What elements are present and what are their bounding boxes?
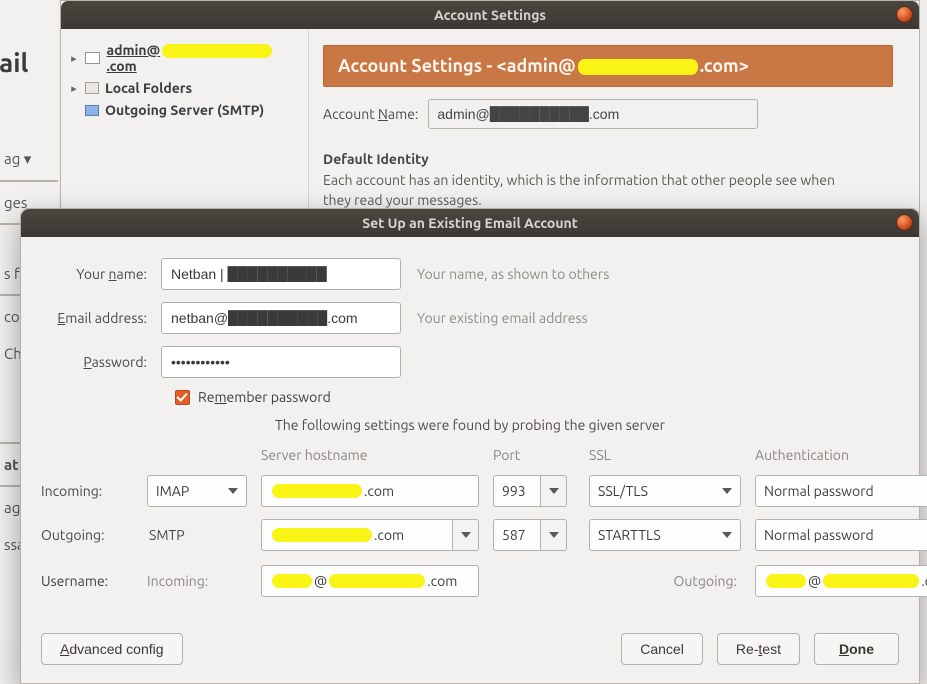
advanced-config-button[interactable]: Advanced config — [41, 633, 183, 665]
done-button[interactable]: Done — [814, 633, 899, 665]
outgoing-port-input[interactable]: 587 — [493, 519, 541, 551]
outgoing-label: Outgoing: — [41, 527, 133, 543]
server-icon — [85, 105, 99, 116]
incoming-hostname-input[interactable]: .com — [261, 475, 479, 507]
setup-email-dialog: Set Up an Existing Email Account Your na… — [20, 208, 920, 684]
mail-account-icon — [85, 52, 101, 64]
username-incoming-input[interactable]: @.com — [261, 565, 479, 597]
incoming-protocol-select[interactable]: IMAP — [147, 475, 247, 507]
incoming-port-dropdown[interactable] — [541, 475, 567, 507]
outgoing-protocol-value: SMTP — [147, 527, 247, 543]
tree-account-row[interactable]: ▸ admin@.com — [67, 39, 302, 77]
outgoing-ssl-select[interactable]: STARTTLS — [589, 519, 741, 551]
email-input[interactable] — [161, 302, 401, 334]
chevron-down-icon — [228, 488, 238, 494]
incoming-auth-select[interactable]: Normal password — [755, 475, 927, 507]
password-input[interactable] — [161, 346, 401, 378]
tree-local-folders-row[interactable]: ▸ Local Folders — [67, 77, 302, 99]
account-settings-title: Account Settings — [434, 7, 546, 23]
incoming-ssl-select[interactable]: SSL/TLS — [589, 475, 741, 507]
account-banner: Account Settings - <admin@.com> — [323, 45, 893, 87]
your-name-hint: Your name, as shown to others — [417, 266, 609, 282]
username-outgoing-label: Outgoing: — [589, 573, 741, 589]
password-label: Password: — [41, 354, 161, 370]
remember-password-label: Remember password — [198, 389, 331, 405]
username-label: Username: — [41, 573, 133, 589]
probe-message: The following settings were found by pro… — [41, 417, 899, 433]
incoming-protocol-value: IMAP — [156, 483, 189, 499]
tree-local-folders-label: Local Folders — [105, 80, 192, 96]
outgoing-hostname-dropdown[interactable] — [453, 519, 479, 551]
account-name-label: Account Name: — [323, 106, 418, 122]
close-icon[interactable] — [896, 214, 913, 231]
setup-titlebar[interactable]: Set Up an Existing Email Account — [21, 209, 919, 237]
default-identity-desc: Each account has an identity, which is t… — [323, 171, 843, 210]
cancel-button[interactable]: Cancel — [621, 633, 703, 665]
chevron-down-icon — [549, 488, 559, 494]
your-name-label: Your name: — [41, 266, 161, 282]
email-hint: Your existing email address — [417, 310, 588, 326]
incoming-label: Incoming: — [41, 483, 133, 499]
email-label: Email address: — [41, 310, 161, 326]
outgoing-hostname-input[interactable]: .com — [261, 519, 453, 551]
bg-title: Mail — [0, 48, 28, 77]
chevron-right-icon[interactable]: ▸ — [69, 52, 79, 65]
account-name-input[interactable] — [428, 99, 758, 129]
account-settings-titlebar[interactable]: Account Settings — [61, 1, 919, 29]
col-auth: Authentication — [755, 447, 927, 463]
tree-smtp-row[interactable]: Outgoing Server (SMTP) — [67, 99, 302, 121]
col-ssl: SSL — [589, 447, 741, 463]
setup-title: Set Up an Existing Email Account — [362, 215, 578, 231]
chevron-down-icon — [461, 532, 471, 538]
username-incoming-label: Incoming: — [147, 573, 247, 589]
close-icon[interactable] — [896, 6, 913, 23]
chevron-down-icon — [722, 488, 732, 494]
retest-button[interactable]: Re-test — [717, 633, 800, 665]
remember-password-checkbox[interactable] — [175, 390, 190, 405]
chevron-down-icon — [549, 532, 559, 538]
your-name-input[interactable] — [161, 258, 401, 290]
col-port: Port — [493, 447, 575, 463]
col-server-hostname: Server hostname — [261, 447, 479, 463]
tree-smtp-label: Outgoing Server (SMTP) — [105, 102, 264, 118]
outgoing-auth-select[interactable]: Normal password — [755, 519, 927, 551]
default-identity-head: Default Identity — [323, 151, 893, 167]
chevron-right-icon[interactable]: ▸ — [69, 82, 79, 95]
username-outgoing-input[interactable]: @.com — [755, 565, 927, 597]
folders-icon — [85, 82, 99, 94]
outgoing-port-dropdown[interactable] — [541, 519, 567, 551]
incoming-port-input[interactable]: 993 — [493, 475, 541, 507]
chevron-down-icon — [722, 532, 732, 538]
